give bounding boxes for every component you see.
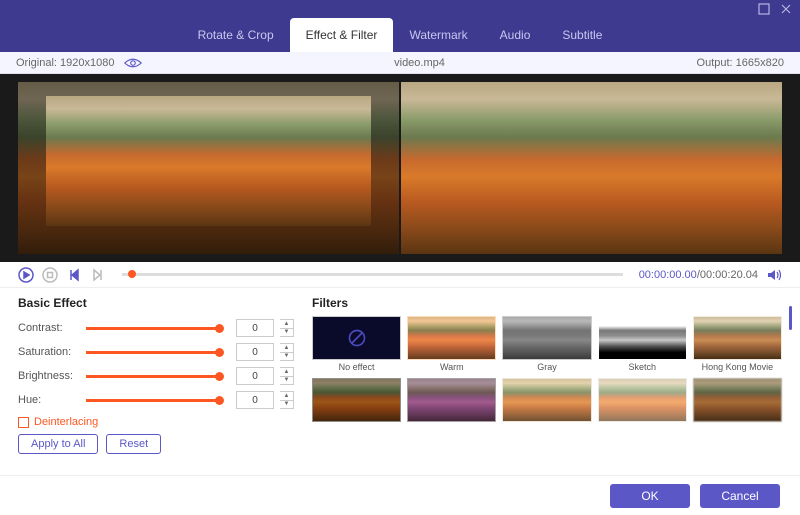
deinterlacing-checkbox[interactable]: Deinterlacing bbox=[18, 416, 294, 428]
filter-none[interactable]: No effect bbox=[312, 316, 401, 372]
filter-warm[interactable]: Warm bbox=[407, 316, 496, 372]
playback-controls: 00:00:00.00/00:00:20.04 bbox=[0, 262, 800, 288]
contrast-stepper[interactable]: ▲▼ bbox=[280, 319, 294, 337]
basic-effect-panel: Basic Effect Contrast: 0 ▲▼ Saturation: … bbox=[18, 296, 294, 471]
hue-value[interactable]: 0 bbox=[236, 391, 274, 409]
filter-item-7[interactable] bbox=[407, 378, 496, 422]
filters-scrollbar[interactable] bbox=[789, 306, 792, 330]
volume-icon[interactable] bbox=[766, 267, 782, 283]
tab-watermark[interactable]: Watermark bbox=[393, 18, 483, 52]
saturation-label: Saturation: bbox=[18, 346, 80, 358]
saturation-value[interactable]: 0 bbox=[236, 343, 274, 361]
prev-frame-button[interactable] bbox=[66, 267, 82, 283]
filter-gray[interactable]: Gray bbox=[502, 316, 591, 372]
saturation-stepper[interactable]: ▲▼ bbox=[280, 343, 294, 361]
original-label: Original: bbox=[16, 57, 57, 69]
tab-audio[interactable]: Audio bbox=[484, 18, 547, 52]
output-resolution: 1665x820 bbox=[736, 57, 784, 69]
timecode: 00:00:00.00/00:00:20.04 bbox=[639, 269, 758, 281]
tab-subtitle[interactable]: Subtitle bbox=[546, 18, 618, 52]
apply-to-all-button[interactable]: Apply to All bbox=[18, 434, 98, 454]
filter-item-9[interactable] bbox=[598, 378, 687, 422]
next-frame-button[interactable] bbox=[90, 267, 106, 283]
reset-button[interactable]: Reset bbox=[106, 434, 161, 454]
checkbox-icon bbox=[18, 417, 29, 428]
contrast-value[interactable]: 0 bbox=[236, 319, 274, 337]
contrast-slider[interactable] bbox=[86, 327, 220, 330]
filter-sketch[interactable]: Sketch bbox=[598, 316, 687, 372]
filter-item-8[interactable] bbox=[502, 378, 591, 422]
dialog-footer: OK Cancel bbox=[0, 475, 800, 515]
contrast-label: Contrast: bbox=[18, 322, 80, 334]
deinterlacing-label: Deinterlacing bbox=[34, 416, 98, 428]
tab-rotate-crop[interactable]: Rotate & Crop bbox=[182, 18, 290, 52]
hue-stepper[interactable]: ▲▼ bbox=[280, 391, 294, 409]
filter-item-10[interactable] bbox=[693, 378, 782, 422]
preview-toggle-icon[interactable] bbox=[124, 57, 142, 69]
tab-effect-filter[interactable]: Effect & Filter bbox=[290, 18, 394, 52]
brightness-value[interactable]: 0 bbox=[236, 367, 274, 385]
preview-area bbox=[0, 74, 800, 262]
close-icon[interactable] bbox=[780, 3, 792, 15]
brightness-stepper[interactable]: ▲▼ bbox=[280, 367, 294, 385]
filters-heading: Filters bbox=[312, 296, 782, 310]
output-label: Output: bbox=[697, 57, 733, 69]
timeline-seekbar[interactable] bbox=[122, 273, 623, 276]
original-resolution: 1920x1080 bbox=[60, 57, 114, 69]
hue-slider[interactable] bbox=[86, 399, 220, 402]
stop-button[interactable] bbox=[42, 267, 58, 283]
tab-bar: Rotate & Crop Effect & Filter Watermark … bbox=[0, 18, 800, 52]
preview-original-pane bbox=[18, 82, 399, 254]
filters-panel: Filters No effect Warm Gray Sketch Hong … bbox=[312, 296, 782, 471]
filename-label: video.mp4 bbox=[142, 57, 696, 69]
cancel-button[interactable]: Cancel bbox=[700, 484, 780, 508]
basic-effect-heading: Basic Effect bbox=[18, 296, 294, 310]
brightness-slider[interactable] bbox=[86, 375, 220, 378]
saturation-slider[interactable] bbox=[86, 351, 220, 354]
hue-label: Hue: bbox=[18, 394, 80, 406]
preview-output-pane bbox=[401, 82, 782, 254]
info-bar: Original: 1920x1080 video.mp4 Output: 16… bbox=[0, 52, 800, 74]
maximize-icon[interactable] bbox=[758, 3, 770, 15]
filter-hong-kong-movie[interactable]: Hong Kong Movie bbox=[693, 316, 782, 372]
window-titlebar bbox=[0, 0, 800, 18]
ok-button[interactable]: OK bbox=[610, 484, 690, 508]
play-button[interactable] bbox=[18, 267, 34, 283]
timeline-playhead[interactable] bbox=[128, 270, 136, 278]
brightness-label: Brightness: bbox=[18, 370, 80, 382]
filter-item-6[interactable] bbox=[312, 378, 401, 422]
